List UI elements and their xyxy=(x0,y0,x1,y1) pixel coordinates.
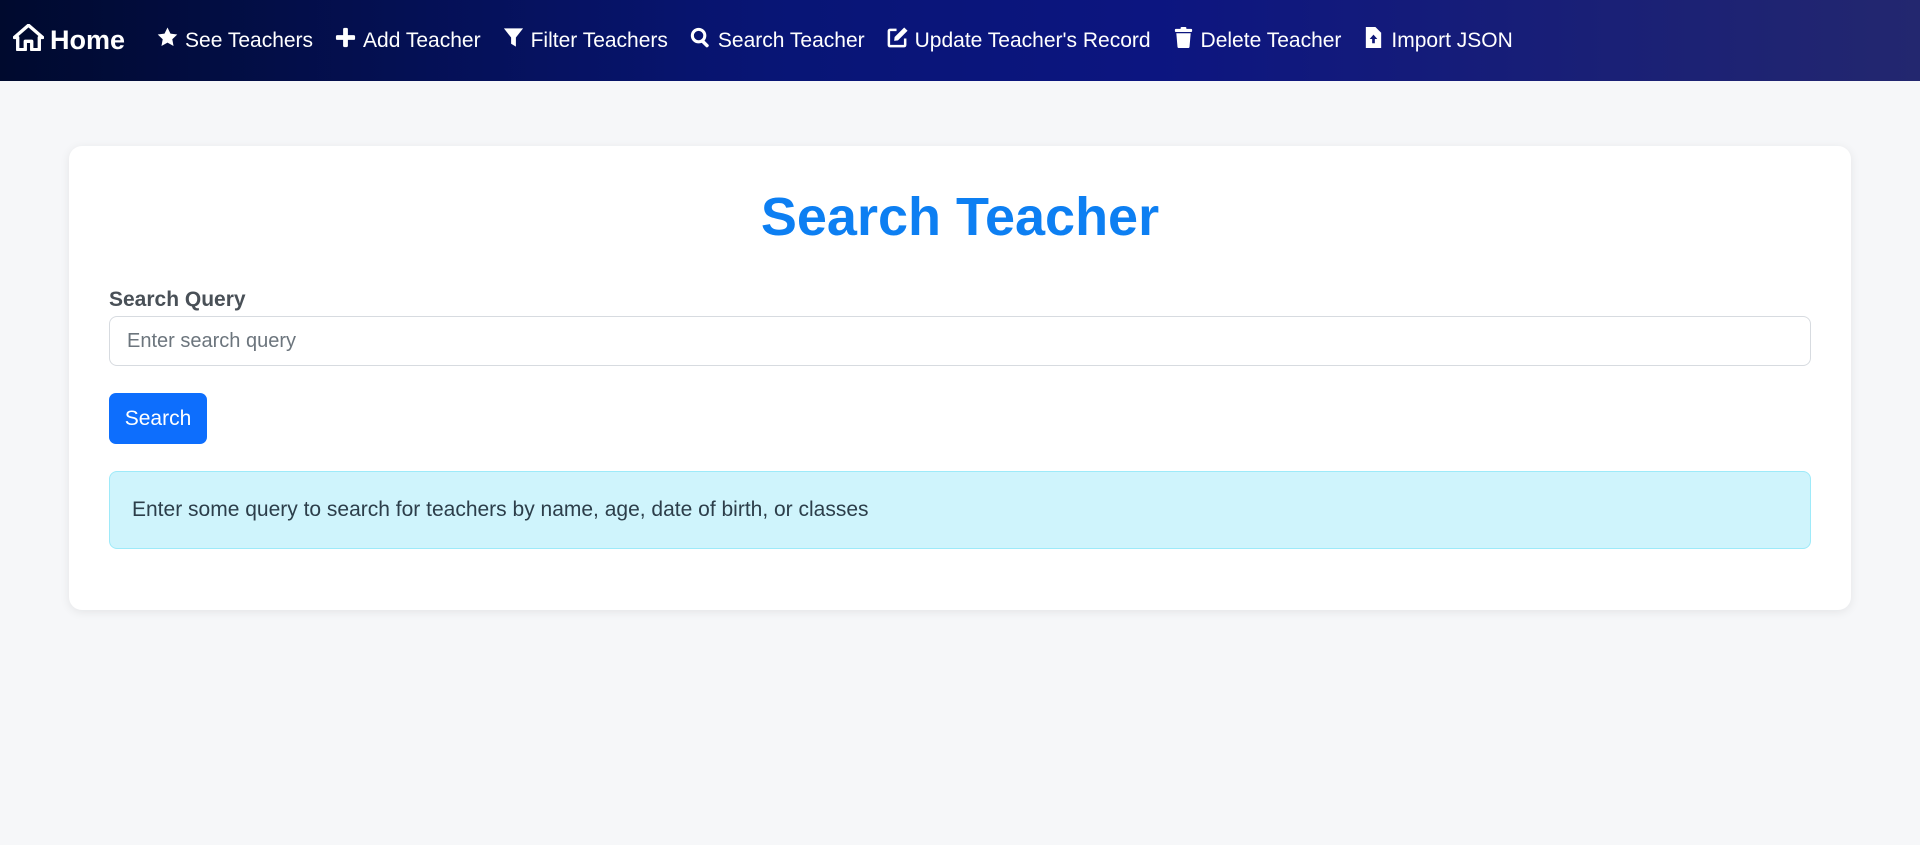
nav-search-teacher-label: Search Teacher xyxy=(717,28,865,52)
home-icon xyxy=(12,23,45,58)
filter-icon xyxy=(502,26,525,55)
nav-update-teacher-label: Update Teacher's Record xyxy=(914,28,1151,52)
file-upload-icon xyxy=(1362,26,1385,55)
nav-add-teacher-label: Add Teacher xyxy=(363,28,481,52)
nav-import-json[interactable]: Import JSON xyxy=(1362,26,1513,55)
nav-home-link[interactable]: Home xyxy=(12,23,126,58)
top-navbar: Home See Teachers Add Teacher Filter Tea… xyxy=(0,0,1920,81)
search-query-label: Search Query xyxy=(109,288,246,311)
trash-icon xyxy=(1172,26,1195,55)
nav-home-label: Home xyxy=(50,25,126,55)
search-icon xyxy=(689,26,712,55)
nav-update-teacher[interactable]: Update Teacher's Record xyxy=(886,26,1151,55)
search-card: Search Teacher Search Query Search Enter… xyxy=(69,146,1851,610)
edit-icon xyxy=(886,26,909,55)
nav-delete-teacher[interactable]: Delete Teacher xyxy=(1172,26,1342,55)
nav-add-teacher[interactable]: Add Teacher xyxy=(334,26,481,55)
info-alert: Enter some query to search for teachers … xyxy=(109,471,1811,549)
nav-filter-teachers-label: Filter Teachers xyxy=(530,28,668,52)
search-button[interactable]: Search xyxy=(109,393,207,444)
nav-import-json-label: Import JSON xyxy=(1391,28,1513,52)
page-title: Search Teacher xyxy=(760,187,1160,247)
nav-see-teachers-label: See Teachers xyxy=(185,28,314,52)
nav-filter-teachers[interactable]: Filter Teachers xyxy=(502,26,668,55)
plus-icon xyxy=(334,26,357,55)
nav-search-teacher[interactable]: Search Teacher xyxy=(689,26,865,55)
star-icon xyxy=(156,26,179,55)
nav-delete-teacher-label: Delete Teacher xyxy=(1200,28,1342,52)
nav-see-teachers[interactable]: See Teachers xyxy=(156,26,313,55)
info-alert-text: Enter some query to search for teachers … xyxy=(132,498,869,521)
search-input[interactable] xyxy=(109,316,1811,366)
